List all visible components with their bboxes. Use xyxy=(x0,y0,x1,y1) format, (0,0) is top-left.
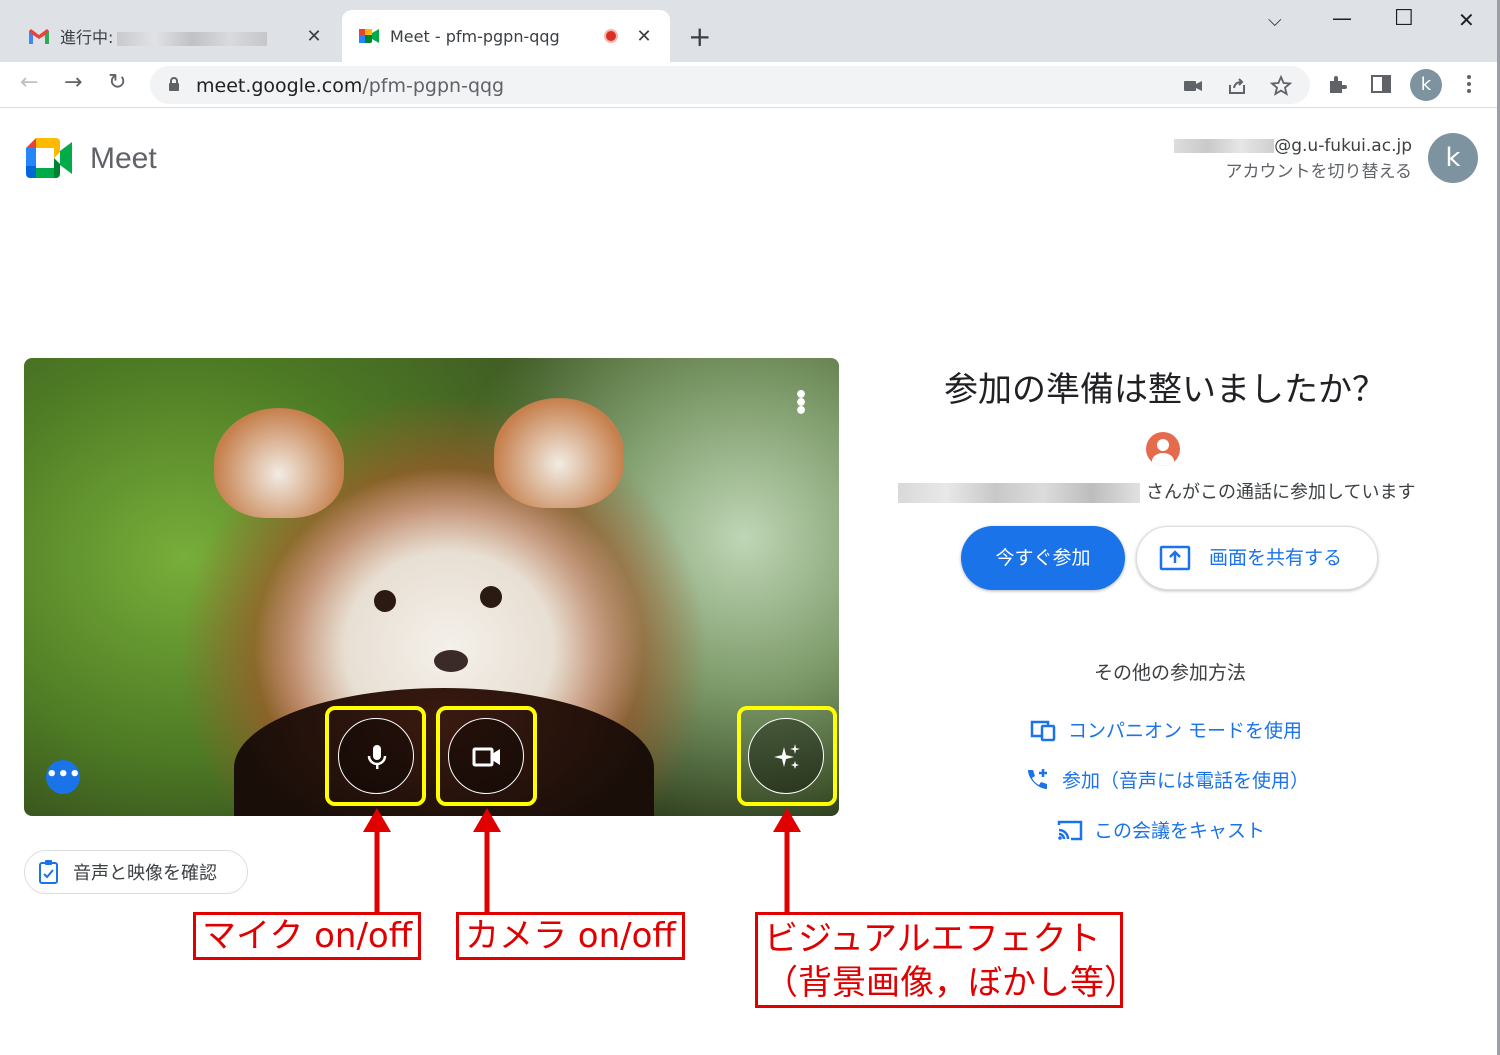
url-text: meet.google.com/pfm-pgpn-qqg xyxy=(196,75,505,97)
browser-menu-icon[interactable] xyxy=(1458,73,1480,95)
highlight-effects xyxy=(737,706,837,806)
annotation-arrow xyxy=(363,808,391,914)
account-avatar[interactable]: k xyxy=(1428,133,1478,183)
camera-preview: • • • ••• xyxy=(24,358,839,816)
tab-close-icon[interactable]: ✕ xyxy=(632,26,656,47)
profile-avatar[interactable]: k xyxy=(1410,69,1442,101)
tab-meet-title: Meet - pfm-pgpn-qqg xyxy=(390,26,560,46)
product-name: Meet xyxy=(90,142,157,175)
browser-tab-strip: 進行中: ✕ Meet - pfm-pgpn-qqg ✕ + ⌵ — ☐ ✕ xyxy=(0,0,1500,62)
check-audio-video-button[interactable]: 音声と映像を確認 xyxy=(24,850,248,894)
account-email: @g.u-fukui.ac.jp xyxy=(1174,136,1412,156)
switch-account-link[interactable]: アカウントを切り替える xyxy=(1226,157,1413,182)
camera-in-use-icon[interactable] xyxy=(1182,75,1204,97)
bookmark-star-icon[interactable] xyxy=(1270,75,1292,97)
new-tab-button[interactable]: + xyxy=(688,20,711,53)
participants-in-call-text: さんがこの通話に参加しています xyxy=(898,478,1415,504)
annotation-mic-label: マイク on/off xyxy=(193,912,422,960)
other-ways-title: その他の参加方法 xyxy=(1093,662,1246,684)
minimize-button[interactable]: — xyxy=(1332,6,1352,30)
highlight-camera xyxy=(436,706,537,806)
preview-image-detail xyxy=(480,586,502,608)
present-screen-icon xyxy=(1159,545,1191,571)
present-button[interactable]: 画面を共有する xyxy=(1136,526,1378,590)
reload-button[interactable]: ↻ xyxy=(108,70,126,95)
highlight-mic xyxy=(325,706,426,806)
check-audio-video-label: 音声と映像を確認 xyxy=(73,863,217,884)
redacted-text xyxy=(117,31,268,46)
join-now-button[interactable]: 今すぐ参加 xyxy=(961,526,1125,590)
tab-close-icon[interactable]: ✕ xyxy=(302,26,326,47)
redacted-text xyxy=(898,483,1140,503)
side-panel-icon[interactable] xyxy=(1370,73,1392,95)
redacted-text xyxy=(1174,139,1275,153)
meet-favicon-icon xyxy=(359,29,379,43)
participant-avatar xyxy=(1146,432,1180,466)
clipboard-check-icon xyxy=(39,860,58,884)
browser-toolbar: ← → ↻ meet.google.com/pfm-pgpn-qqg k xyxy=(0,62,1500,108)
meet-logo-icon xyxy=(26,138,72,178)
preview-image-detail xyxy=(374,590,396,612)
preview-menu-icon[interactable]: • • • xyxy=(794,385,808,423)
share-icon[interactable] xyxy=(1226,75,1248,97)
preview-image-detail xyxy=(434,650,468,672)
annotation-arrow xyxy=(773,808,801,914)
companion-mode-icon xyxy=(1030,720,1056,741)
annotation-camera-label: カメラ on/off xyxy=(456,912,685,960)
back-button[interactable]: ← xyxy=(20,70,38,95)
tab-search-dropdown-icon[interactable]: ⌵ xyxy=(1268,10,1282,31)
close-window-button[interactable]: ✕ xyxy=(1458,8,1475,32)
annotation-arrow xyxy=(473,808,501,914)
forward-button[interactable]: → xyxy=(64,70,82,95)
join-phone-audio-link[interactable]: 参加（音声には電話を使用） xyxy=(1024,766,1309,793)
cast-icon xyxy=(1057,820,1083,840)
companion-mode-link[interactable]: コンパニオン モードを使用 xyxy=(1030,716,1302,743)
extensions-puzzle-icon[interactable] xyxy=(1326,73,1348,95)
annotation-effects-label: ビジュアルエフェクト （背景画像，ぼかし等） xyxy=(755,912,1138,1008)
cast-meeting-link[interactable]: この会議をキャスト xyxy=(1056,816,1265,843)
tab-meet[interactable]: Meet - pfm-pgpn-qqg ✕ xyxy=(342,10,670,62)
lock-icon xyxy=(169,77,179,91)
more-options-button[interactable]: ••• xyxy=(46,760,81,794)
address-bar[interactable]: meet.google.com/pfm-pgpn-qqg xyxy=(150,66,1310,104)
preview-image-detail xyxy=(494,398,624,508)
recording-indicator-icon xyxy=(604,29,618,43)
tab-gmail[interactable]: 進行中: ✕ xyxy=(12,10,340,62)
gmail-icon xyxy=(29,29,49,44)
preview-image-detail xyxy=(214,408,344,518)
ready-to-join-title: 参加の準備は整いましたか？ xyxy=(944,370,1386,410)
phone-add-icon xyxy=(1028,768,1047,789)
maximize-button[interactable]: ☐ xyxy=(1394,6,1414,31)
present-button-label: 画面を共有する xyxy=(1209,547,1343,569)
tab-gmail-title: 進行中: xyxy=(60,24,302,48)
